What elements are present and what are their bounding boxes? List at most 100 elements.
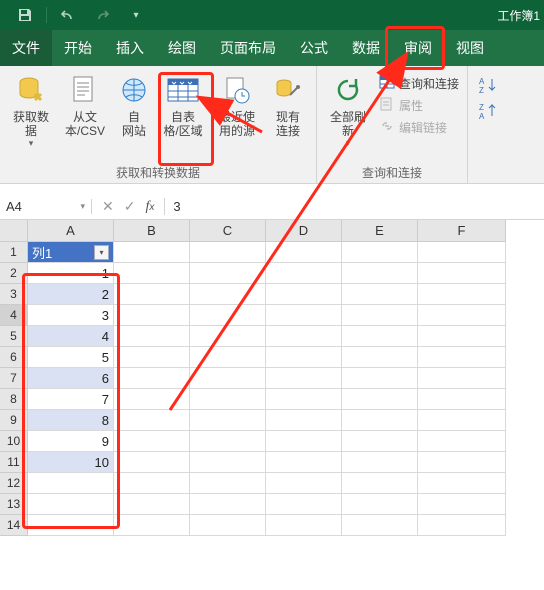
cell[interactable] <box>418 494 506 515</box>
cell[interactable]: 3 <box>28 305 114 326</box>
cell[interactable] <box>342 452 418 473</box>
cell[interactable] <box>266 284 342 305</box>
get-data-button[interactable]: 获取数 据 ▾ <box>6 70 56 149</box>
select-all-corner[interactable] <box>0 220 28 242</box>
cell[interactable] <box>114 326 190 347</box>
cell[interactable] <box>190 305 266 326</box>
cell[interactable] <box>418 431 506 452</box>
cell[interactable] <box>190 389 266 410</box>
tab-formulas[interactable]: 公式 <box>288 30 340 66</box>
cell[interactable] <box>190 242 266 263</box>
cell[interactable] <box>266 305 342 326</box>
cell[interactable] <box>114 452 190 473</box>
cell[interactable] <box>342 473 418 494</box>
cell[interactable] <box>114 347 190 368</box>
row-header[interactable]: 3 <box>0 284 28 305</box>
cell[interactable]: 7 <box>28 389 114 410</box>
cell[interactable] <box>266 515 342 536</box>
cell[interactable] <box>114 389 190 410</box>
formula-value[interactable]: 3 <box>165 199 188 214</box>
cell[interactable] <box>342 305 418 326</box>
row-header[interactable]: 4 <box>0 305 28 326</box>
cell[interactable] <box>266 263 342 284</box>
cell[interactable]: 6 <box>28 368 114 389</box>
column-header[interactable]: E <box>342 220 418 242</box>
column-header[interactable]: D <box>266 220 342 242</box>
cell[interactable] <box>266 347 342 368</box>
tab-file[interactable]: 文件 <box>0 30 52 66</box>
cell[interactable]: 8 <box>28 410 114 431</box>
tab-home[interactable]: 开始 <box>52 30 104 66</box>
cancel-icon[interactable]: ✕ <box>102 198 114 215</box>
cell[interactable]: 1 <box>28 263 114 284</box>
cell[interactable] <box>342 368 418 389</box>
cell[interactable] <box>418 368 506 389</box>
cell[interactable]: 10 <box>28 452 114 473</box>
cell[interactable] <box>114 305 190 326</box>
cell[interactable] <box>190 452 266 473</box>
column-header[interactable]: A <box>28 220 114 242</box>
cell[interactable] <box>190 284 266 305</box>
sort-za-button[interactable]: ZA <box>476 100 502 122</box>
properties-button[interactable]: 属性 <box>377 94 461 116</box>
recent-sources-button[interactable]: 最近使 用的源 <box>212 70 262 138</box>
from-csv-button[interactable]: 从文 本/CSV <box>60 70 110 138</box>
sort-az-button[interactable]: AZ <box>476 74 502 96</box>
cell[interactable] <box>342 326 418 347</box>
row-header[interactable]: 9 <box>0 410 28 431</box>
cell[interactable] <box>266 452 342 473</box>
cell[interactable] <box>418 452 506 473</box>
cell[interactable] <box>342 431 418 452</box>
fx-icon[interactable]: fx <box>145 199 154 215</box>
cell[interactable] <box>114 263 190 284</box>
cell[interactable] <box>266 368 342 389</box>
cell[interactable] <box>28 473 114 494</box>
cell[interactable]: 2 <box>28 284 114 305</box>
cell[interactable] <box>342 515 418 536</box>
cell[interactable] <box>418 473 506 494</box>
cell[interactable] <box>418 284 506 305</box>
cell[interactable]: 9 <box>28 431 114 452</box>
worksheet-grid[interactable]: 1234567891011121314 A列1▾12345678910BCDEF <box>0 220 544 536</box>
cell[interactable] <box>114 494 190 515</box>
tab-review[interactable]: 审阅 <box>392 30 444 66</box>
row-header[interactable]: 10 <box>0 431 28 452</box>
cell[interactable] <box>114 410 190 431</box>
from-web-button[interactable]: 自 网站 <box>114 70 154 138</box>
row-header[interactable]: 13 <box>0 494 28 515</box>
refresh-all-button[interactable]: 全部刷 新 ▾ <box>323 70 373 149</box>
cell[interactable] <box>266 242 342 263</box>
cell[interactable] <box>28 494 114 515</box>
cell[interactable] <box>114 473 190 494</box>
cell[interactable] <box>342 410 418 431</box>
cell[interactable] <box>266 410 342 431</box>
filter-dropdown-icon[interactable]: ▾ <box>94 245 109 260</box>
cell[interactable] <box>190 368 266 389</box>
cell[interactable] <box>342 284 418 305</box>
row-header[interactable]: 8 <box>0 389 28 410</box>
column-header[interactable]: F <box>418 220 506 242</box>
row-header[interactable]: 12 <box>0 473 28 494</box>
cell[interactable] <box>418 242 506 263</box>
cell[interactable]: 列1▾ <box>28 242 114 263</box>
cell[interactable] <box>266 431 342 452</box>
cell[interactable] <box>418 515 506 536</box>
undo-icon[interactable] <box>53 2 83 28</box>
cell[interactable] <box>266 473 342 494</box>
cell[interactable] <box>114 242 190 263</box>
cell[interactable] <box>266 326 342 347</box>
queries-connections-button[interactable]: 查询和连接 <box>377 72 461 94</box>
cell[interactable]: 5 <box>28 347 114 368</box>
cell[interactable] <box>418 263 506 284</box>
confirm-icon[interactable]: ✓ <box>124 198 136 215</box>
cell[interactable] <box>266 494 342 515</box>
tab-insert[interactable]: 插入 <box>104 30 156 66</box>
row-header[interactable]: 11 <box>0 452 28 473</box>
cell[interactable] <box>266 389 342 410</box>
tab-draw[interactable]: 绘图 <box>156 30 208 66</box>
cell[interactable] <box>28 515 114 536</box>
column-header[interactable]: B <box>114 220 190 242</box>
row-header[interactable]: 7 <box>0 368 28 389</box>
tab-page-layout[interactable]: 页面布局 <box>208 30 288 66</box>
from-table-button[interactable]: 自表 格/区域 <box>158 70 208 138</box>
